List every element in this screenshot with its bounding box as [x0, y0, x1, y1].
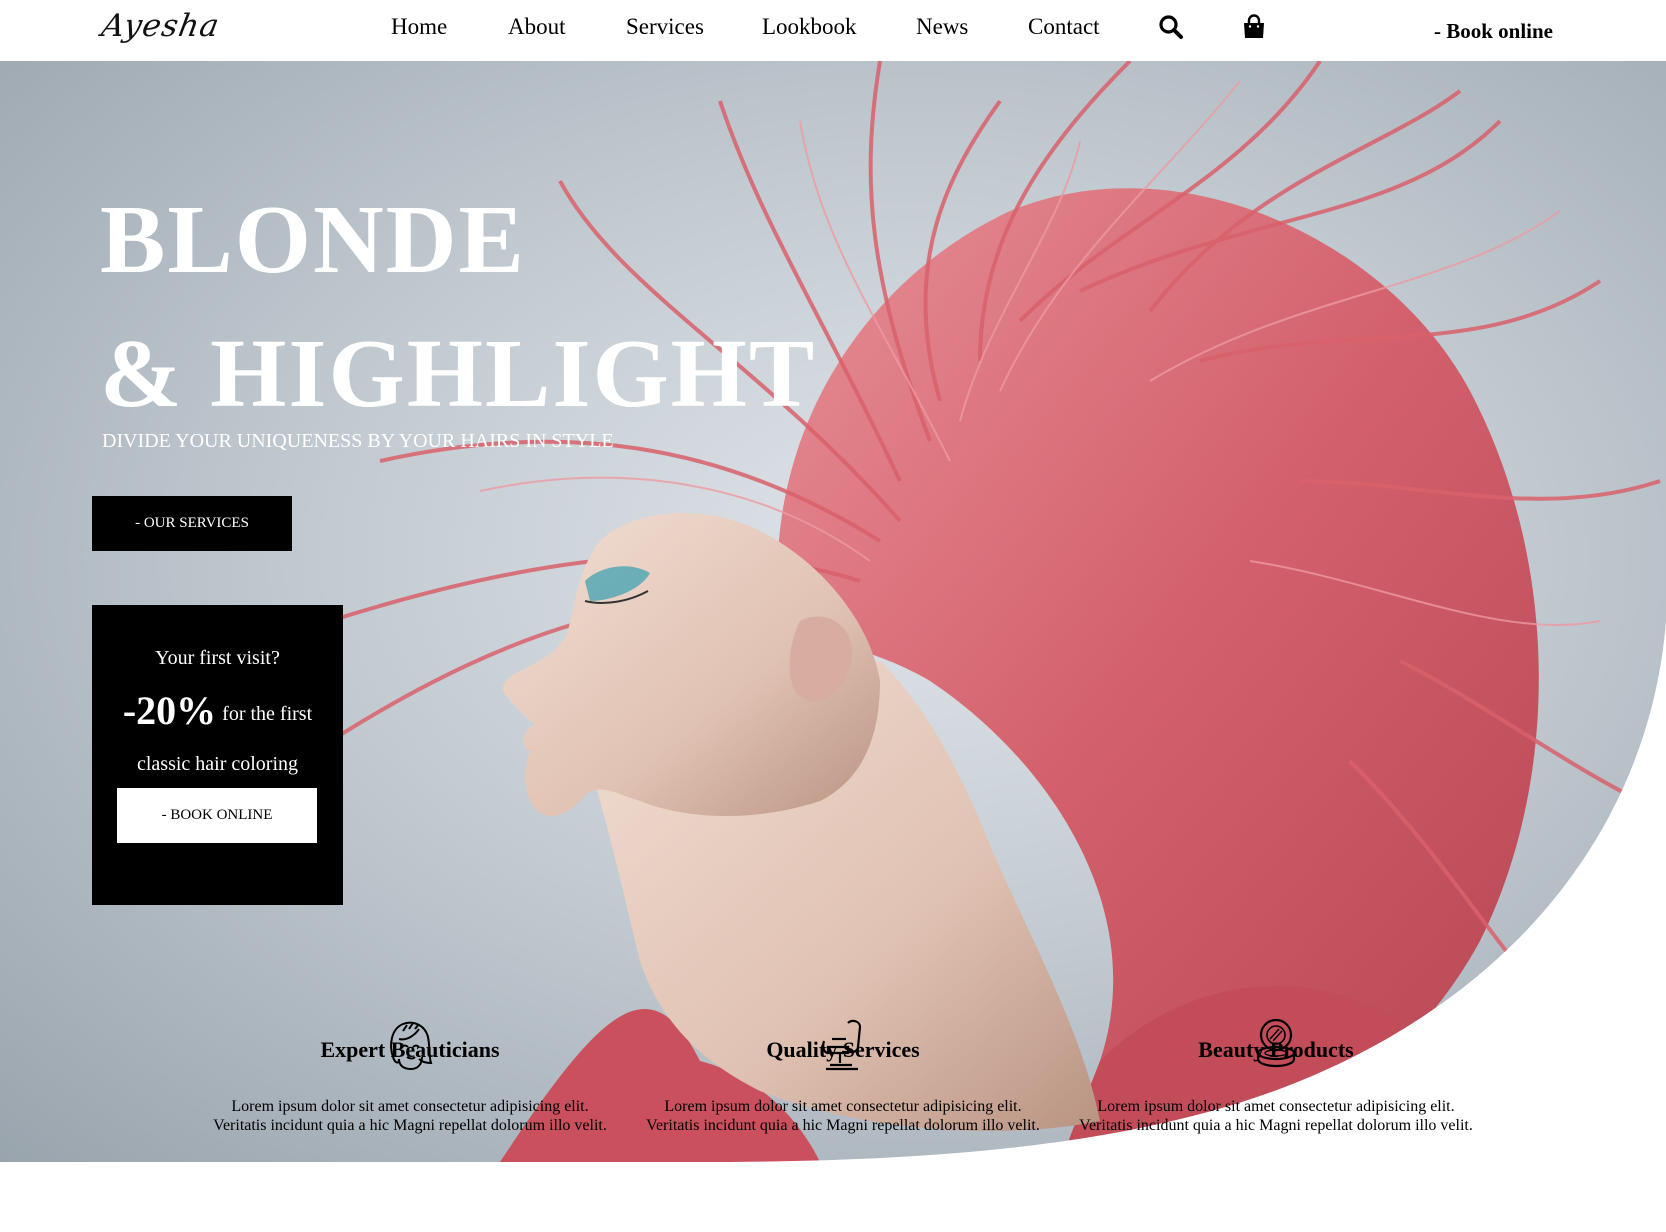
- first-visit-promo: Your first visit? -20% for the first clas…: [92, 605, 343, 905]
- feature-description: Lorem ipsum dolor sit amet consectetur a…: [200, 1097, 620, 1135]
- hero-title-line2: & HIGHLIGHT: [100, 320, 817, 428]
- promo-offer-line2: classic hair coloring: [136, 753, 299, 775]
- nav-contact[interactable]: Contact: [1028, 14, 1100, 40]
- promo-offer: -20% for the first: [92, 687, 343, 734]
- hero-title-line1: BLONDE: [100, 186, 526, 294]
- feature-description-line1: Lorem ipsum dolor sit amet consectetur a…: [231, 1098, 589, 1115]
- nav-lookbook[interactable]: Lookbook: [762, 14, 857, 40]
- promo-discount: -20%: [122, 688, 217, 733]
- feature-description-line1: Lorem ipsum dolor sit amet consectetur a…: [664, 1098, 1022, 1115]
- book-online-button[interactable]: - BOOK ONLINE: [117, 788, 317, 843]
- feature-title: Expert Beauticians: [320, 1037, 500, 1062]
- feature-title: Beauty Products: [1198, 1037, 1354, 1062]
- feature-title: Quality Services: [766, 1037, 920, 1062]
- nav-about[interactable]: About: [508, 14, 566, 40]
- our-services-button[interactable]: - OUR SERVICES: [92, 496, 292, 551]
- feature-description-line2: Veritatis incidunt quia a hic Magni repe…: [213, 1117, 607, 1134]
- nav-home[interactable]: Home: [391, 14, 447, 40]
- feature-description: Lorem ipsum dolor sit amet consectetur a…: [633, 1097, 1053, 1135]
- hero-subtitle: DIVIDE YOUR UNIQUENESS BY YOUR HAIRS IN …: [102, 430, 614, 452]
- feature-text-beauty-products: Beauty Products Lorem ipsum dolor sit am…: [1066, 956, 1486, 1176]
- feature-description-line2: Veritatis incidunt quia a hic Magni repe…: [646, 1117, 1040, 1134]
- promo-question: Your first visit?: [155, 647, 280, 669]
- book-online-link[interactable]: - Book online: [1434, 19, 1553, 44]
- search-icon[interactable]: [1158, 14, 1184, 40]
- hero-title: BLONDE & HIGHLIGHT: [100, 173, 816, 441]
- nav-news[interactable]: News: [916, 14, 968, 40]
- promo-offer-text: for the first: [222, 703, 313, 725]
- main-nav: Home About Services Lookbook News Contac…: [0, 14, 1666, 48]
- site-header: Ayesha Home About Services Lookbook News…: [0, 0, 1666, 61]
- feature-text-quality-services: Quality Services Lorem ipsum dolor sit a…: [633, 956, 1053, 1176]
- shopping-bag-icon[interactable]: [1241, 14, 1267, 40]
- feature-description: Lorem ipsum dolor sit amet consectetur a…: [1066, 1097, 1486, 1135]
- feature-description-line1: Lorem ipsum dolor sit amet consectetur a…: [1097, 1098, 1455, 1115]
- feature-description-line2: Veritatis incidunt quia a hic Magni repe…: [1079, 1117, 1473, 1134]
- nav-services[interactable]: Services: [626, 14, 704, 40]
- feature-text-expert-beauticians: Expert Beauticians Lorem ipsum dolor sit…: [200, 956, 620, 1176]
